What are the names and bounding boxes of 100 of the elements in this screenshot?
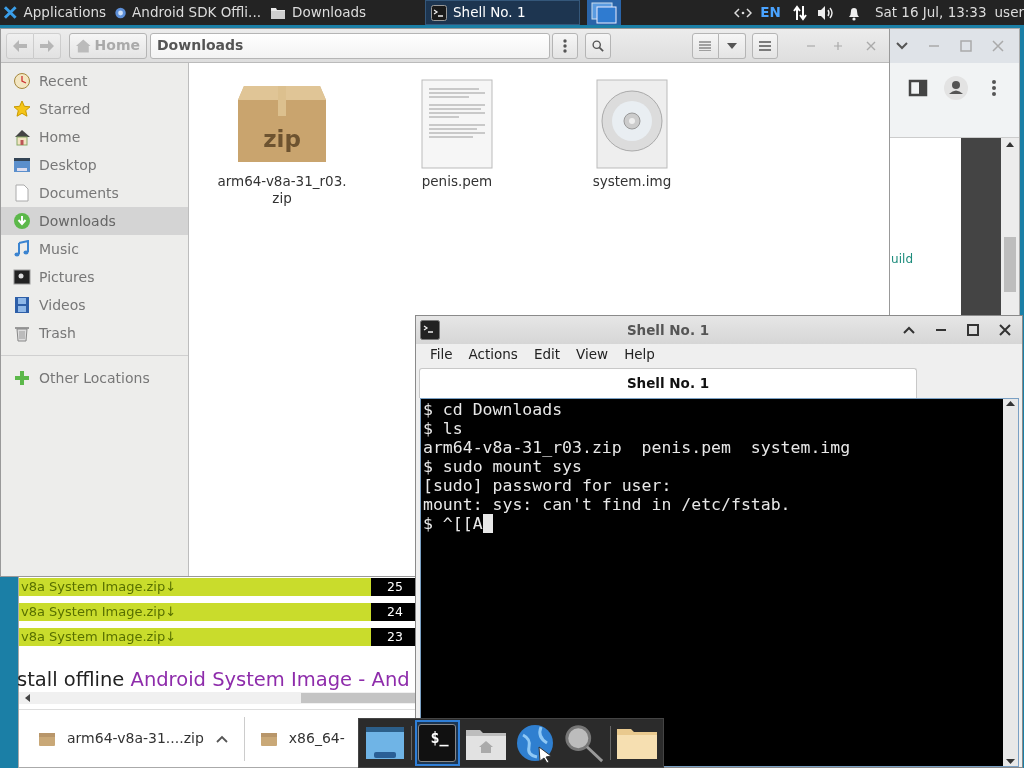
menu-item[interactable]: Edit (527, 344, 567, 365)
maximize-icon (967, 324, 979, 336)
menu-button[interactable] (552, 32, 578, 59)
sidebar-item[interactable]: Other Locations (1, 364, 188, 392)
clock-icon (13, 72, 31, 90)
horizontal-scrollbar[interactable] (19, 692, 415, 704)
chevron-up-icon (903, 326, 915, 334)
sidebar-item[interactable]: Pictures (1, 263, 188, 291)
chevron-down-icon (895, 41, 909, 51)
path-field[interactable]: Downloads (150, 32, 550, 59)
film-icon (13, 296, 31, 314)
close-icon (999, 324, 1011, 336)
terminal-line: $ cd Downloads (423, 400, 563, 419)
sidebar-item[interactable]: Downloads (1, 207, 188, 235)
avatar-icon (944, 76, 968, 100)
kebab-icon (562, 38, 567, 53)
hamburger-button[interactable] (751, 32, 779, 59)
scrollbar-thumb[interactable] (1004, 237, 1016, 292)
file-link[interactable]: v8a System Image.zip↓ (19, 628, 371, 646)
box-icon (260, 731, 277, 746)
file-name[interactable]: arm64-v8a-31_r03. zip (217, 173, 347, 207)
maximize-icon (833, 40, 844, 51)
window-title: Shell No. 1 (625, 320, 711, 340)
clock[interactable]: Sat 16 Jul, 13:33 (870, 0, 991, 25)
menu-item[interactable]: Actions (462, 344, 524, 365)
music-icon (13, 240, 31, 258)
desktop-icon (13, 156, 31, 174)
plus-icon (13, 369, 31, 387)
cross-icon (3, 5, 18, 20)
terminal-line: $ sudo mount sys (423, 457, 582, 476)
download-count: 25 (371, 578, 415, 596)
box-icon (39, 731, 55, 746)
file-link[interactable]: v8a System Image.zip↓ (19, 578, 371, 596)
picture-icon (13, 268, 31, 286)
sidebar-item[interactable]: Home (1, 123, 188, 151)
search-icon (591, 38, 604, 53)
keyboard-layout[interactable]: EN (756, 0, 785, 25)
applications-menu[interactable]: Applications (0, 0, 110, 25)
caret-icon (726, 42, 737, 49)
sidebar-item[interactable]: Recent (1, 67, 188, 95)
minimize-icon (935, 329, 947, 331)
volume-icon (816, 4, 835, 21)
sidebar-item[interactable]: Trash (1, 319, 188, 347)
magnifier-icon (563, 722, 605, 764)
text-file-icon (421, 79, 493, 169)
home-icon (13, 128, 31, 146)
download-count: 23 (371, 628, 415, 646)
sidebar-item[interactable]: Starred (1, 95, 188, 123)
transfer-icon (792, 4, 807, 21)
terminal-line: arm64-v8a-31_r03.zip penis.pem system.img (423, 438, 851, 457)
taskbar-button[interactable]: Android SDK Offli... (110, 0, 265, 25)
trash-icon (13, 324, 31, 342)
taskbar-button[interactable]: Shell No. 1 (425, 0, 580, 25)
user-menu[interactable]: user (990, 0, 1024, 25)
forward-arrow-icon (40, 39, 54, 52)
document-icon (13, 184, 31, 202)
minimize-icon (928, 45, 940, 47)
close-icon (866, 40, 877, 51)
maximize-icon (959, 39, 973, 53)
download-icon (13, 212, 31, 230)
profile-button[interactable] (943, 75, 969, 101)
menu-item[interactable]: File (424, 344, 459, 365)
star-icon (13, 100, 31, 118)
minimize-icon (805, 44, 816, 47)
sidebar-item[interactable]: Documents (1, 179, 188, 207)
file-name[interactable]: system.img (592, 173, 672, 190)
scroll-up-icon (1006, 401, 1015, 406)
kebab-icon (991, 79, 997, 97)
sidebar-item[interactable]: Videos (1, 291, 188, 319)
list-icon (699, 40, 712, 51)
taskbar-button[interactable]: Downloads (265, 0, 420, 25)
terminal-icon (420, 320, 440, 340)
box-icon (236, 84, 328, 164)
vertical-scrollbar[interactable] (1003, 399, 1018, 766)
workspace-switcher[interactable] (587, 0, 621, 25)
scroll-down-icon (1006, 759, 1015, 764)
heading-link[interactable]: Android System Image - And (130, 668, 410, 691)
terminal-tab[interactable]: Shell No. 1 (419, 368, 917, 398)
scroll-left-icon (25, 694, 30, 702)
home-icon (76, 38, 91, 53)
menu-item[interactable]: Help (618, 344, 661, 365)
sidebar-item[interactable]: Music (1, 235, 188, 263)
terminal-line: mount: sys: can't find in /etc/fstab. (423, 495, 791, 514)
scrollbar-thumb[interactable] (301, 693, 415, 703)
view-options-button[interactable] (718, 32, 746, 59)
close-icon (991, 39, 1005, 53)
file-link[interactable]: v8a System Image.zip↓ (19, 603, 371, 621)
network-icon (734, 6, 753, 19)
terminal-line: $ ^[[A (423, 514, 483, 533)
file-name[interactable]: penis.pem (421, 173, 493, 190)
page-text: uild (891, 251, 913, 268)
sidebar-item[interactable]: Desktop (1, 151, 188, 179)
download-item[interactable]: arm64-v8a-31....zip (39, 721, 244, 756)
menu-item[interactable]: View (570, 344, 615, 365)
scroll-up-icon (1006, 142, 1014, 147)
vertical-scrollbar[interactable] (1001, 138, 1019, 315)
terminal-icon (431, 4, 447, 21)
search-button[interactable] (584, 32, 611, 59)
side-panel-icon (908, 79, 928, 97)
desktop-icon (364, 725, 405, 761)
